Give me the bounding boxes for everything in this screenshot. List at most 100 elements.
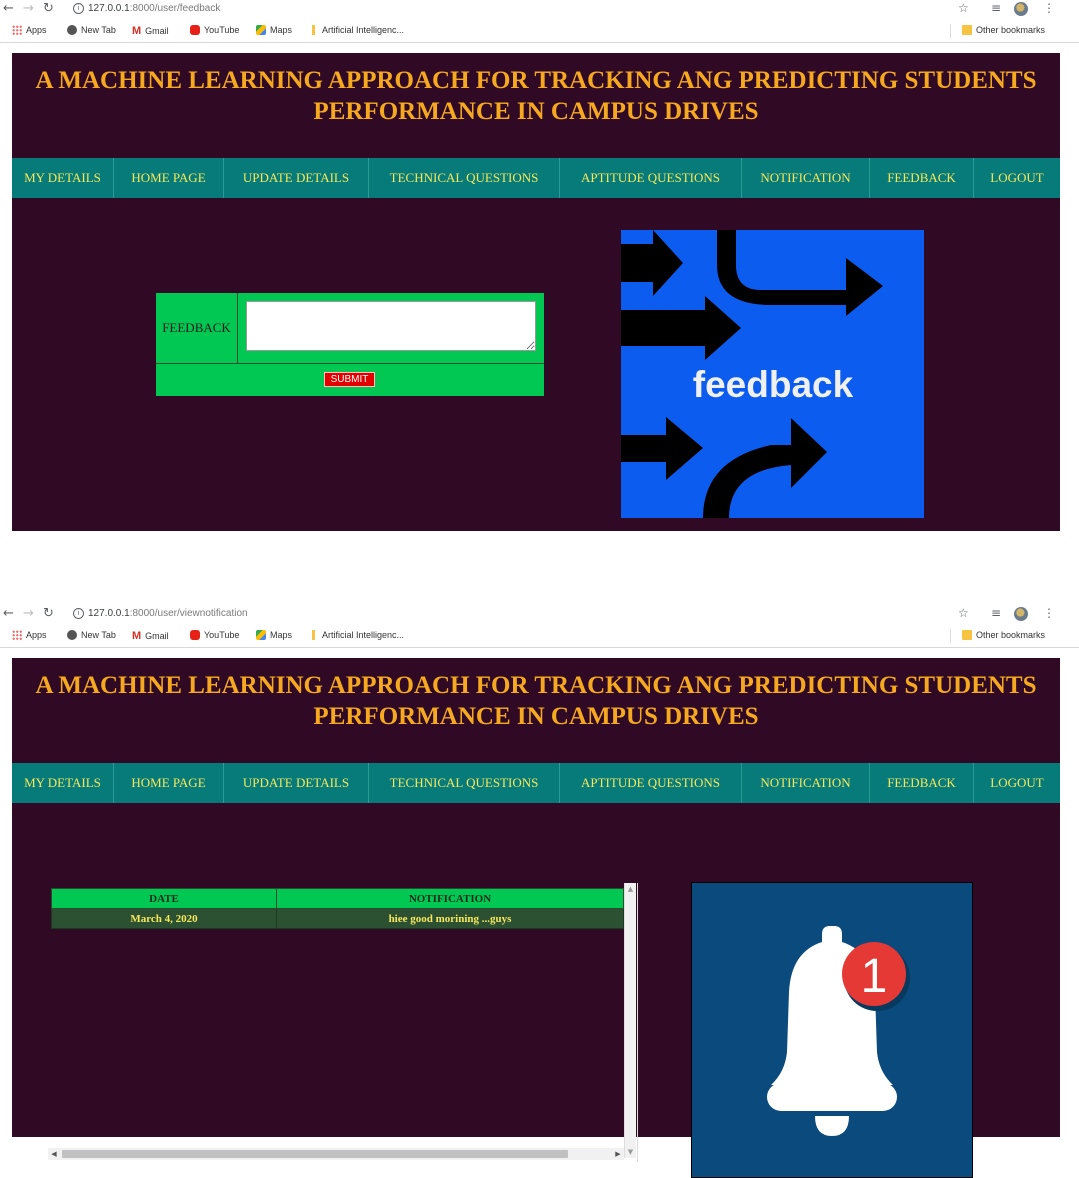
info-icon[interactable]: i xyxy=(73,3,84,14)
nav-home-page[interactable]: HOME PAGE xyxy=(114,158,224,198)
title-line: A MACHINE LEARNING APPROACH FOR TRACKING… xyxy=(35,67,1037,94)
notification-table: DATE NOTIFICATION March 4, 2020 hiee goo… xyxy=(51,888,624,929)
bookmark-ai[interactable]: Artificial Intelligenc... xyxy=(312,630,404,640)
notification-table-container[interactable]: DATE NOTIFICATION March 4, 2020 hiee goo… xyxy=(48,883,638,1162)
back-icon[interactable]: ← xyxy=(3,606,14,621)
nav-logout[interactable]: LOGOUT xyxy=(974,763,1060,803)
nav-aptitude-questions[interactable]: APTITUDE QUESTIONS xyxy=(560,763,742,803)
other-bookmarks[interactable]: Other bookmarks xyxy=(962,630,1045,640)
forward-icon[interactable]: → xyxy=(23,1,34,16)
menu-dots-icon[interactable]: ⋮ xyxy=(1043,1,1055,15)
nav-update-details[interactable]: UPDATE DETAILS xyxy=(224,158,369,198)
folder-icon xyxy=(962,630,972,640)
scroll-up-icon[interactable]: ▲ xyxy=(625,883,636,895)
horizontal-scrollbar[interactable]: ◀ ▶ xyxy=(48,1148,624,1160)
feedback-screenshot: ← → ↻ i 127.0.0.1:8000/user/feedback ☆ ≡… xyxy=(0,0,1079,532)
page-content: A MACHINE LEARNING APPROACH FOR TRACKING… xyxy=(12,658,1060,1178)
bookmark-label: YouTube xyxy=(204,25,240,35)
bookmark-label: Gmail xyxy=(145,26,169,36)
maps-icon xyxy=(256,25,266,35)
nav-menu: MY DETAILS HOME PAGE UPDATE DETAILS TECH… xyxy=(12,158,1060,198)
title-line: A MACHINE LEARNING APPROACH FOR TRACKING… xyxy=(35,672,1037,699)
nav-menu: MY DETAILS HOME PAGE UPDATE DETAILS TECH… xyxy=(12,763,1060,803)
reload-icon[interactable]: ↻ xyxy=(43,606,54,621)
profile-avatar[interactable] xyxy=(1014,607,1028,621)
bookmark-apps[interactable]: Apps xyxy=(12,630,47,640)
cell-date: March 4, 2020 xyxy=(51,908,277,929)
bookmark-gmail[interactable]: M Gmail xyxy=(132,25,169,37)
bookmark-new-tab[interactable]: New Tab xyxy=(67,630,116,640)
column-header-date: DATE xyxy=(51,888,277,909)
bookmark-label: Maps xyxy=(270,25,293,35)
back-icon[interactable]: ← xyxy=(3,1,14,16)
scroll-left-icon[interactable]: ◀ xyxy=(48,1148,60,1160)
cell-notification: hiee good morining ...guys xyxy=(276,908,624,929)
other-bookmarks[interactable]: Other bookmarks xyxy=(962,25,1045,35)
bookmark-label: YouTube xyxy=(204,630,240,640)
info-icon[interactable]: i xyxy=(73,608,84,619)
bookmark-youtube[interactable]: YouTube xyxy=(190,25,239,35)
bookmark-apps[interactable]: Apps xyxy=(12,25,47,35)
bookmark-label: New Tab xyxy=(81,630,116,640)
bookmark-label: Other bookmarks xyxy=(976,25,1046,35)
badge-count: 1 xyxy=(861,950,888,1003)
nav-aptitude-questions[interactable]: APTITUDE QUESTIONS xyxy=(560,158,742,198)
title-line: PERFORMANCE IN CAMPUS DRIVES xyxy=(313,703,759,730)
page-content: A MACHINE LEARNING APPROACH FOR TRACKING… xyxy=(12,53,1060,531)
nav-technical-questions[interactable]: TECHNICAL QUESTIONS xyxy=(369,763,560,803)
vertical-scrollbar[interactable]: ▲ ▼ xyxy=(624,883,636,1158)
forward-icon[interactable]: → xyxy=(23,606,34,621)
maps-icon xyxy=(256,630,266,640)
nav-feedback[interactable]: FEEDBACK xyxy=(870,763,974,803)
bookmark-folder-icon xyxy=(312,25,318,35)
scrollbar-thumb[interactable] xyxy=(62,1150,568,1158)
nav-logout[interactable]: LOGOUT xyxy=(974,158,1060,198)
address-bar: ← → ↻ i 127.0.0.1:8000/user/feedback ☆ ≡… xyxy=(0,0,1079,20)
apps-icon xyxy=(12,630,22,640)
divider xyxy=(156,363,544,364)
url-path: :8000/user/viewnotification xyxy=(129,608,248,619)
nav-my-details[interactable]: MY DETAILS xyxy=(12,763,114,803)
bookmark-ai[interactable]: Artificial Intelligenc... xyxy=(312,25,404,35)
bookmark-maps[interactable]: Maps xyxy=(256,25,292,35)
page-title: A MACHINE LEARNING APPROACH FOR TRACKING… xyxy=(12,65,1060,127)
nav-notification[interactable]: NOTIFICATION xyxy=(742,158,870,198)
bookmark-label: New Tab xyxy=(81,25,116,35)
url-field[interactable]: 127.0.0.1:8000/user/feedback xyxy=(88,3,220,14)
reload-icon[interactable]: ↻ xyxy=(43,1,54,16)
bookmark-label: Gmail xyxy=(145,631,169,641)
bookmark-new-tab[interactable]: New Tab xyxy=(67,25,116,35)
star-icon[interactable]: ☆ xyxy=(958,1,969,15)
nav-feedback[interactable]: FEEDBACK xyxy=(870,158,974,198)
scroll-right-icon[interactable]: ▶ xyxy=(612,1148,624,1160)
feedback-label: FEEDBACK xyxy=(156,293,238,363)
bookmarks-bar: Apps New Tab M Gmail YouTube Maps Artific… xyxy=(0,625,1079,648)
globe-icon xyxy=(67,25,77,35)
nav-update-details[interactable]: UPDATE DETAILS xyxy=(224,763,369,803)
reading-list-icon[interactable]: ≡ xyxy=(991,1,1001,15)
divider xyxy=(950,629,951,643)
divider xyxy=(950,24,951,38)
nav-home-page[interactable]: HOME PAGE xyxy=(114,763,224,803)
globe-icon xyxy=(67,630,77,640)
address-bar: ← → ↻ i 127.0.0.1:8000/user/viewnotifica… xyxy=(0,605,1079,625)
notification-bell-illustration: 1 xyxy=(691,882,973,1178)
nav-my-details[interactable]: MY DETAILS xyxy=(12,158,114,198)
bookmark-gmail[interactable]: M Gmail xyxy=(132,630,169,642)
bookmark-label: Artificial Intelligenc... xyxy=(322,630,405,640)
url-field[interactable]: 127.0.0.1:8000/user/viewnotification xyxy=(88,608,248,619)
bookmark-label: Maps xyxy=(270,630,293,640)
bookmark-maps[interactable]: Maps xyxy=(256,630,292,640)
nav-notification[interactable]: NOTIFICATION xyxy=(742,763,870,803)
bookmark-label: Other bookmarks xyxy=(976,630,1046,640)
submit-button[interactable]: SUBMIT xyxy=(324,372,375,387)
gmail-icon: M xyxy=(132,630,142,642)
bookmark-youtube[interactable]: YouTube xyxy=(190,630,239,640)
reading-list-icon[interactable]: ≡ xyxy=(991,606,1001,620)
feedback-textarea[interactable] xyxy=(246,301,536,351)
nav-technical-questions[interactable]: TECHNICAL QUESTIONS xyxy=(369,158,560,198)
menu-dots-icon[interactable]: ⋮ xyxy=(1043,606,1055,620)
star-icon[interactable]: ☆ xyxy=(958,606,969,620)
profile-avatar[interactable] xyxy=(1014,2,1028,16)
scroll-down-icon[interactable]: ▼ xyxy=(625,1146,636,1158)
